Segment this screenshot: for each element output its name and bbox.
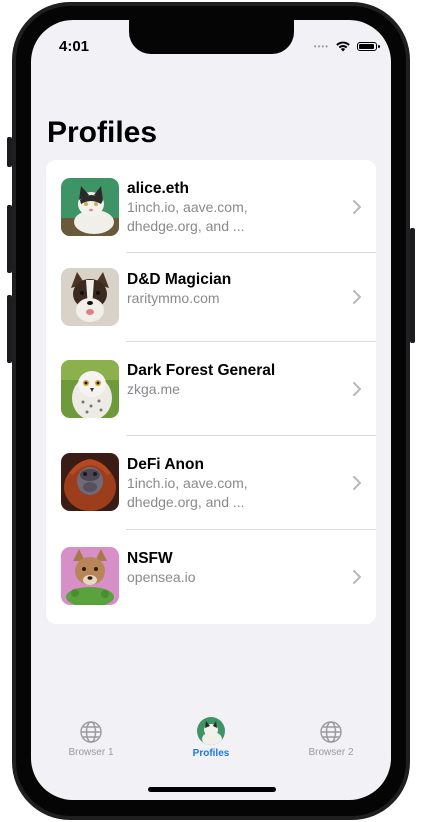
tab-label: Browser 1 <box>68 747 114 758</box>
wifi-icon <box>336 41 350 52</box>
chevron-right-icon <box>353 200 361 214</box>
profile-row-text: D&D Magician raritymmo.com <box>127 270 336 308</box>
tab-browser-1[interactable]: Browser 1 <box>31 720 151 758</box>
battery-icon <box>357 41 380 51</box>
profile-row-text: NSFW opensea.io <box>127 549 336 587</box>
status-time: 4:01 <box>59 38 90 55</box>
profile-row-text: alice.eth 1inch.io, aave.com, dhedge.org… <box>127 179 336 236</box>
profile-name: NSFW <box>127 550 173 567</box>
profile-sites: raritymmo.com <box>127 290 220 306</box>
profile-row-nsfw[interactable]: NSFW opensea.io <box>46 530 376 624</box>
profile-name: alice.eth <box>127 180 190 197</box>
profiles-list: alice.eth 1inch.io, aave.com, dhedge.org… <box>46 160 376 624</box>
globe-icon <box>80 721 102 743</box>
dog-icon <box>61 268 119 326</box>
chevron-right-icon <box>353 570 361 584</box>
tab-bar: Browser 1 Profiles Browser 2 <box>31 717 391 770</box>
orangutan-icon <box>61 453 119 511</box>
cat-icon <box>61 178 119 236</box>
profile-sites: 1inch.io, aave.com, <box>127 475 248 491</box>
profile-name: Dark Forest General <box>127 362 276 379</box>
tab-label: Browser 2 <box>308 747 354 758</box>
profile-row-alice[interactable]: alice.eth 1inch.io, aave.com, dhedge.org… <box>46 160 376 253</box>
profile-row-defi-anon[interactable]: DeFi Anon 1inch.io, aave.com, dhedge.org… <box>46 436 376 530</box>
profile-sites: opensea.io <box>127 569 196 585</box>
page-title: Profiles <box>47 116 158 149</box>
status-icons: •••• <box>313 40 380 52</box>
screen: 4:01 •••• Profiles alice.eth 1inch.io, a… <box>31 20 391 800</box>
owl-icon <box>61 360 119 418</box>
cellular-icon: •••• <box>313 41 329 51</box>
globe-icon <box>320 721 342 743</box>
profile-sites-more: dhedge.org, and ... <box>127 218 245 234</box>
power-button <box>410 228 415 343</box>
profile-row-dnd-magician[interactable]: D&D Magician raritymmo.com <box>46 253 376 342</box>
notch <box>129 20 294 54</box>
chevron-right-icon <box>353 476 361 490</box>
profile-name: DeFi Anon <box>127 456 204 473</box>
profile-name: D&D Magician <box>127 271 232 288</box>
profile-sites: zkga.me <box>127 381 180 397</box>
dog-icon <box>61 547 119 605</box>
profile-row-text: Dark Forest General zkga.me <box>127 361 336 399</box>
chevron-right-icon <box>353 382 361 396</box>
avatar-icon <box>197 717 225 745</box>
profile-sites-more: dhedge.org, and ... <box>127 494 245 510</box>
tab-browser-2[interactable]: Browser 2 <box>271 720 391 758</box>
tab-label: Profiles <box>192 748 230 759</box>
profile-sites: 1inch.io, aave.com, <box>127 199 248 215</box>
profile-row-dark-forest-general[interactable]: Dark Forest General zkga.me <box>46 342 376 436</box>
profile-row-text: DeFi Anon 1inch.io, aave.com, dhedge.org… <box>127 455 336 512</box>
chevron-right-icon <box>353 290 361 304</box>
tab-profiles[interactable]: Profiles <box>151 717 271 759</box>
home-indicator[interactable] <box>148 787 276 792</box>
